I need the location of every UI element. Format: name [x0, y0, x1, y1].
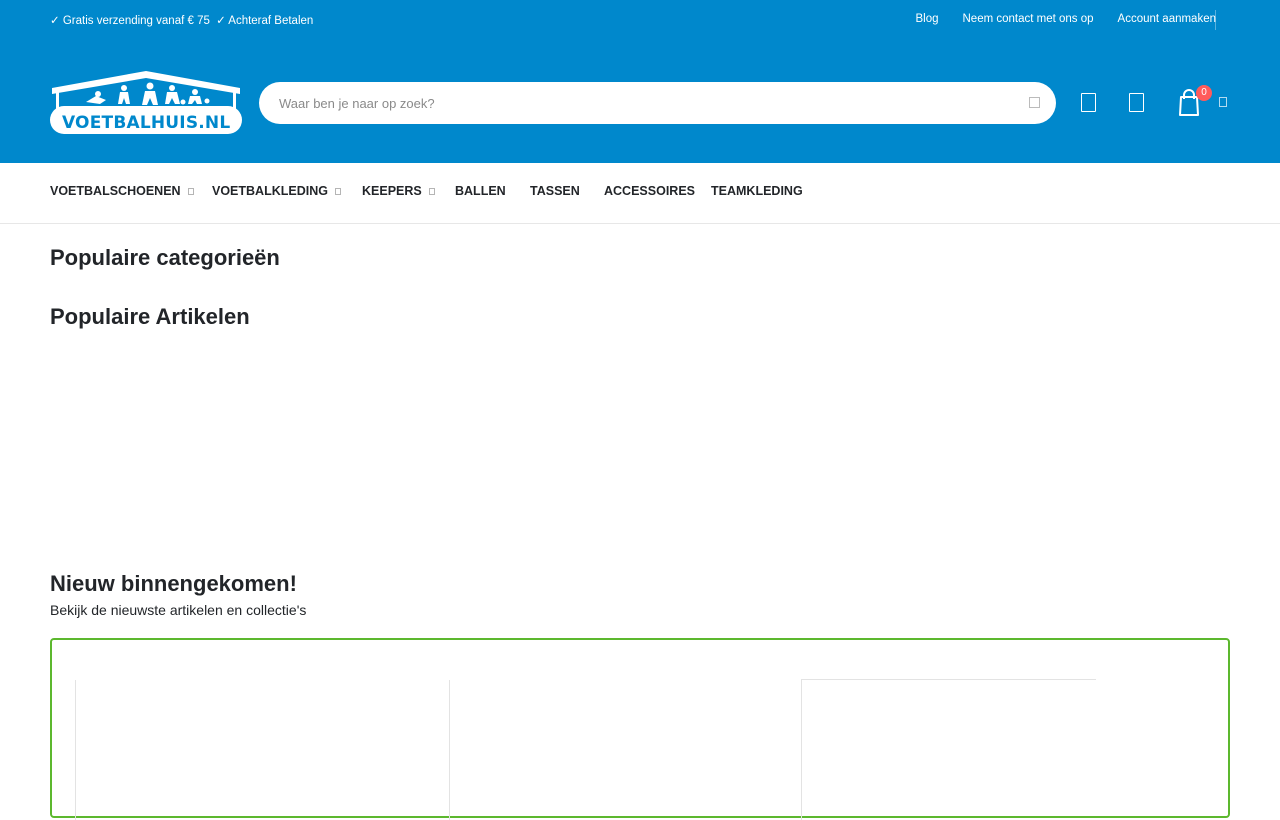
new-arrivals-subtitle: Bekijk de nieuwste artikelen en collecti…: [50, 602, 307, 618]
usp-pay-later: ✓ Achteraf Betalen: [216, 15, 314, 27]
nav-label: BALLEN: [455, 184, 506, 198]
nav-label: TEAMKLEDING: [711, 184, 803, 198]
nav-accessoires[interactable]: ACCESSOIRES: [604, 184, 695, 198]
usp-bar: ✓ Gratis verzending vanaf € 75 ✓ Achtera…: [50, 13, 316, 27]
nav-teamkleding[interactable]: TEAMKLEDING: [711, 184, 803, 198]
nav-voetbalschoenen[interactable]: VOETBALSCHOENEN: [50, 184, 194, 198]
contact-link[interactable]: Neem contact met ons op: [963, 13, 1094, 25]
new-arrivals-panel: [50, 638, 1230, 820]
top-divider: [1215, 10, 1216, 30]
popular-categories-title: Populaire categorieën: [50, 245, 280, 270]
card-divider: [801, 679, 1096, 680]
search-input[interactable]: [279, 93, 999, 113]
chevron-down-icon: [334, 187, 341, 195]
top-links: Blog Neem contact met ons op Account aan…: [915, 13, 1216, 25]
wishlist-icon[interactable]: [1129, 93, 1144, 112]
cart-count-badge: 0: [1196, 85, 1212, 101]
nav-ballen[interactable]: BALLEN: [455, 184, 506, 198]
nav-label: KEEPERS: [362, 184, 422, 198]
usp-free-shipping: ✓ Gratis verzending vanaf € 75: [50, 15, 210, 27]
card-divider: [449, 680, 450, 820]
blog-link[interactable]: Blog: [915, 13, 938, 25]
card-divider: [801, 680, 802, 820]
nav-tassen[interactable]: TASSEN: [530, 184, 580, 198]
nav-label: VOETBALSCHOENEN: [50, 184, 181, 198]
create-account-link[interactable]: Account aanmaken: [1118, 13, 1216, 25]
nav-keepers[interactable]: KEEPERS: [362, 184, 435, 198]
cart-dropdown-icon[interactable]: [1219, 97, 1227, 107]
new-arrivals-title: Nieuw binnengekomen!: [50, 571, 297, 596]
nav-label: TASSEN: [530, 184, 580, 198]
nav-label: ACCESSOIRES: [604, 184, 695, 198]
chevron-down-icon: [187, 187, 194, 195]
nav-label: VOETBALKLEDING: [212, 184, 328, 198]
popular-articles-title: Populaire Artikelen: [50, 304, 250, 329]
search-bar: [259, 82, 1056, 124]
site-logo[interactable]: VOETBALHUIS.NL: [50, 70, 242, 135]
account-icon[interactable]: [1081, 93, 1096, 112]
nav-voetbalkleding[interactable]: VOETBALKLEDING: [212, 184, 341, 198]
card-divider: [75, 680, 76, 820]
site-header: ✓ Gratis verzending vanaf € 75 ✓ Achtera…: [0, 0, 1280, 163]
logo-text: VOETBALHUIS.NL: [62, 113, 231, 133]
search-icon[interactable]: [1029, 97, 1040, 108]
chevron-down-icon: [428, 187, 435, 195]
main-navigation: VOETBALSCHOENEN VOETBALKLEDING KEEPERS B…: [0, 163, 1280, 224]
